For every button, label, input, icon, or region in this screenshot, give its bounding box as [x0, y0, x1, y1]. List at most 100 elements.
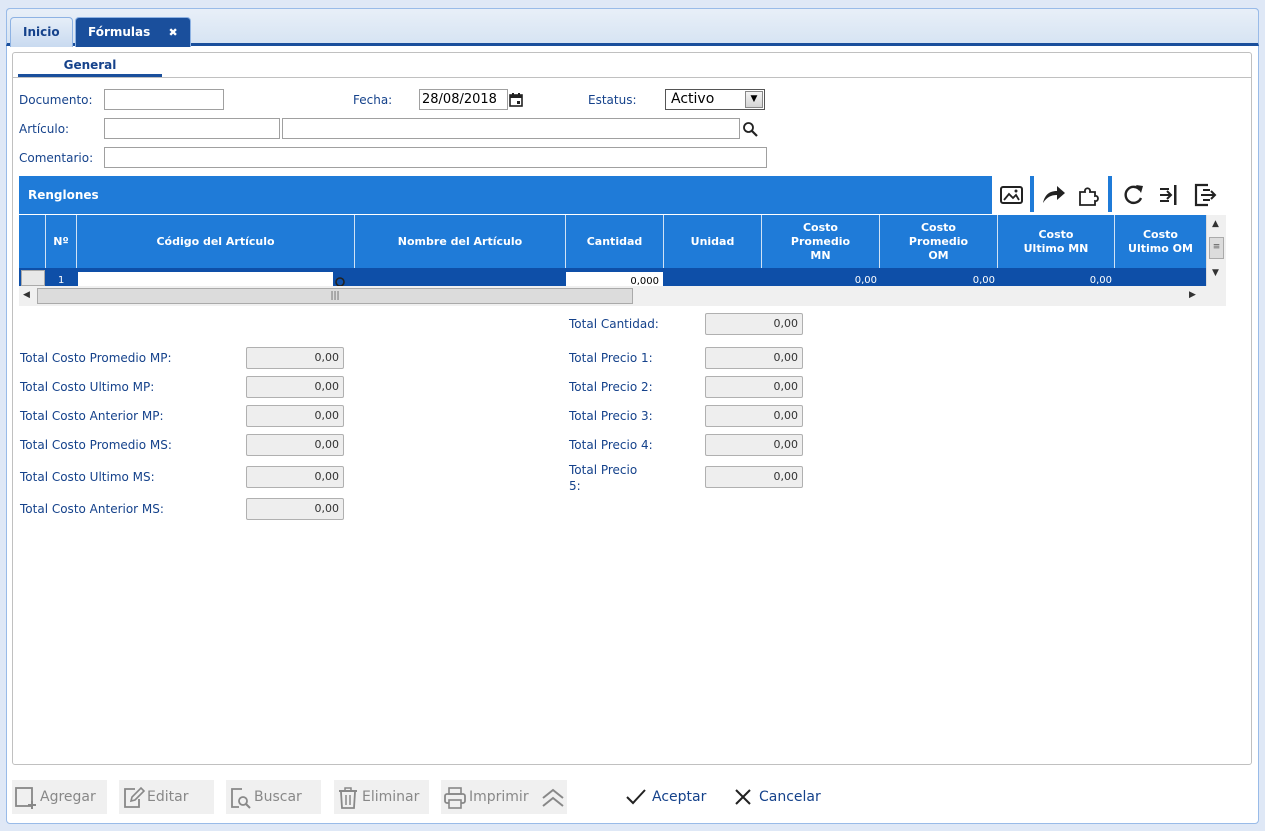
- grid-col-costo-ult-om[interactable]: Costo Ultimo OM: [1115, 215, 1206, 268]
- cancelar-button[interactable]: Cancelar: [734, 780, 829, 814]
- grid-col-costo-prom-mn[interactable]: Costo Promedio MN: [762, 215, 880, 268]
- total-costo-promedio-ms-value: 0,00: [246, 434, 344, 456]
- total-costo-promedio-mp-label: Total Costo Promedio MP:: [20, 351, 172, 365]
- close-icon: [735, 789, 751, 805]
- grid-col-selector: [19, 215, 46, 268]
- row-codigo-input[interactable]: [78, 272, 333, 286]
- top-tab-strip: Inicio Fórmulas ✖: [6, 8, 1259, 47]
- chevron-double-up-icon[interactable]: [541, 788, 565, 808]
- check-icon: [626, 789, 646, 805]
- articulo-label: Artículo:: [19, 122, 70, 136]
- total-cantidad-label: Total Cantidad:: [569, 317, 659, 331]
- renglones-title: Renglones: [28, 188, 99, 202]
- estatus-select[interactable]: Activo ▼: [665, 89, 765, 110]
- total-precio-5-value: 0,00: [705, 466, 803, 488]
- grid-col-costo-prom-om[interactable]: Costo Promedio OM: [880, 215, 998, 268]
- buscar-label: Buscar: [254, 789, 302, 805]
- grid-col-cantidad[interactable]: Cantidad: [566, 215, 664, 268]
- row-cantidad-input[interactable]: 0,000: [566, 272, 663, 286]
- printer-icon: [444, 787, 466, 809]
- row-num: 1: [58, 275, 65, 286]
- total-precio-4-value: 0,00: [705, 434, 803, 456]
- search-icon[interactable]: [742, 121, 759, 138]
- close-icon[interactable]: ✖: [168, 26, 177, 39]
- scroll-down-icon[interactable]: ▼: [1212, 268, 1219, 278]
- search-icon[interactable]: [334, 275, 346, 286]
- import-icon[interactable]: [1154, 180, 1184, 210]
- total-costo-anterior-mp-label: Total Costo Anterior MP:: [20, 409, 164, 423]
- total-costo-anterior-ms-value: 0,00: [246, 498, 344, 520]
- fecha-input[interactable]: 28/08/2018: [419, 89, 508, 110]
- trash-icon: [339, 787, 357, 809]
- agregar-label: Agregar: [40, 789, 96, 805]
- agregar-button[interactable]: Agregar: [12, 780, 107, 814]
- renglones-header: Renglones: [19, 176, 992, 214]
- grid-col-num[interactable]: Nº: [46, 215, 77, 268]
- toolbar-separator: [1108, 176, 1112, 212]
- editar-label: Editar: [147, 789, 189, 805]
- total-precio-2-label: Total Precio 2:: [569, 380, 653, 394]
- eliminar-button[interactable]: Eliminar: [334, 780, 429, 814]
- comentario-label: Comentario:: [19, 151, 94, 165]
- fecha-label: Fecha:: [353, 93, 393, 107]
- share-arrow-icon[interactable]: [1038, 180, 1068, 210]
- tab-inicio[interactable]: Inicio: [10, 17, 73, 47]
- calendar-icon[interactable]: [509, 93, 523, 107]
- aceptar-label: Aceptar: [652, 789, 707, 805]
- total-precio-5-label: Total Precio 5:: [569, 463, 638, 493]
- image-icon[interactable]: [996, 180, 1026, 210]
- toolbar-separator: [1030, 176, 1034, 212]
- eliminar-label: Eliminar: [362, 789, 420, 805]
- articulo-name-input[interactable]: [282, 118, 740, 139]
- subtab-bar: [12, 52, 1252, 78]
- total-costo-anterior-mp-value: 0,00: [246, 405, 344, 427]
- grid-col-costo-ult-mn[interactable]: Costo Ultimo MN: [998, 215, 1115, 268]
- row-cantidad-value: 0,000: [630, 276, 659, 286]
- export-icon[interactable]: [1190, 180, 1220, 210]
- grid-vertical-scrollbar[interactable]: ▲ ≡ ▼: [1206, 215, 1226, 286]
- grid-col-unidad[interactable]: Unidad: [664, 215, 762, 268]
- imprimir-label: Imprimir: [469, 789, 529, 805]
- buscar-button[interactable]: Buscar: [226, 780, 321, 814]
- edit-icon: [124, 786, 145, 808]
- total-precio-4-label: Total Precio 4:: [569, 438, 653, 452]
- scroll-left-icon[interactable]: ◀: [23, 290, 30, 300]
- grid-col-codigo[interactable]: Código del Artículo: [77, 215, 355, 268]
- grid-col-nombre[interactable]: Nombre del Artículo: [355, 215, 566, 268]
- total-costo-ultimo-ms-label: Total Costo Ultimo MS:: [20, 470, 155, 484]
- cancelar-label: Cancelar: [759, 789, 821, 805]
- scroll-up-icon[interactable]: ▲: [1212, 219, 1219, 229]
- puzzle-icon[interactable]: [1074, 180, 1104, 210]
- grid-horizontal-scrollbar[interactable]: ◀ ||| ▶: [19, 286, 1226, 306]
- tab-formulas-label: Fórmulas: [88, 25, 151, 39]
- add-document-icon: [15, 787, 36, 809]
- row-selector[interactable]: [21, 270, 45, 286]
- total-costo-ultimo-mp-value: 0,00: [246, 376, 344, 398]
- total-costo-ultimo-mp-label: Total Costo Ultimo MP:: [20, 380, 155, 394]
- articulo-code-input[interactable]: [104, 118, 280, 139]
- editar-button[interactable]: Editar: [119, 780, 214, 814]
- comentario-input[interactable]: [104, 147, 767, 168]
- chevron-down-icon[interactable]: ▼: [745, 91, 763, 108]
- scroll-thumb[interactable]: |||: [37, 288, 633, 304]
- tab-formulas[interactable]: Fórmulas ✖: [75, 17, 191, 47]
- total-precio-3-value: 0,00: [705, 405, 803, 427]
- aceptar-button[interactable]: Aceptar: [626, 780, 716, 814]
- documento-input[interactable]: [104, 89, 224, 110]
- row-costo-prom-om: 0,00: [972, 275, 995, 286]
- total-precio-1-value: 0,00: [705, 347, 803, 369]
- total-costo-promedio-ms-label: Total Costo Promedio MS:: [20, 438, 172, 452]
- tab-general[interactable]: General: [18, 57, 162, 77]
- total-costo-anterior-ms-label: Total Costo Anterior MS:: [20, 502, 164, 516]
- tab-inicio-label: Inicio: [23, 25, 60, 39]
- refresh-icon[interactable]: [1118, 180, 1148, 210]
- total-costo-ultimo-ms-value: 0,00: [246, 466, 344, 488]
- scroll-right-icon[interactable]: ▶: [1189, 290, 1196, 300]
- search-document-icon: [231, 788, 251, 809]
- total-precio-1-label: Total Precio 1:: [569, 351, 653, 365]
- row-costo-prom-mn: 0,00: [854, 275, 877, 286]
- total-precio-2-value: 0,00: [705, 376, 803, 398]
- imprimir-button[interactable]: Imprimir: [441, 780, 567, 814]
- scroll-thumb[interactable]: ≡: [1209, 237, 1224, 259]
- estatus-label: Estatus:: [588, 93, 637, 107]
